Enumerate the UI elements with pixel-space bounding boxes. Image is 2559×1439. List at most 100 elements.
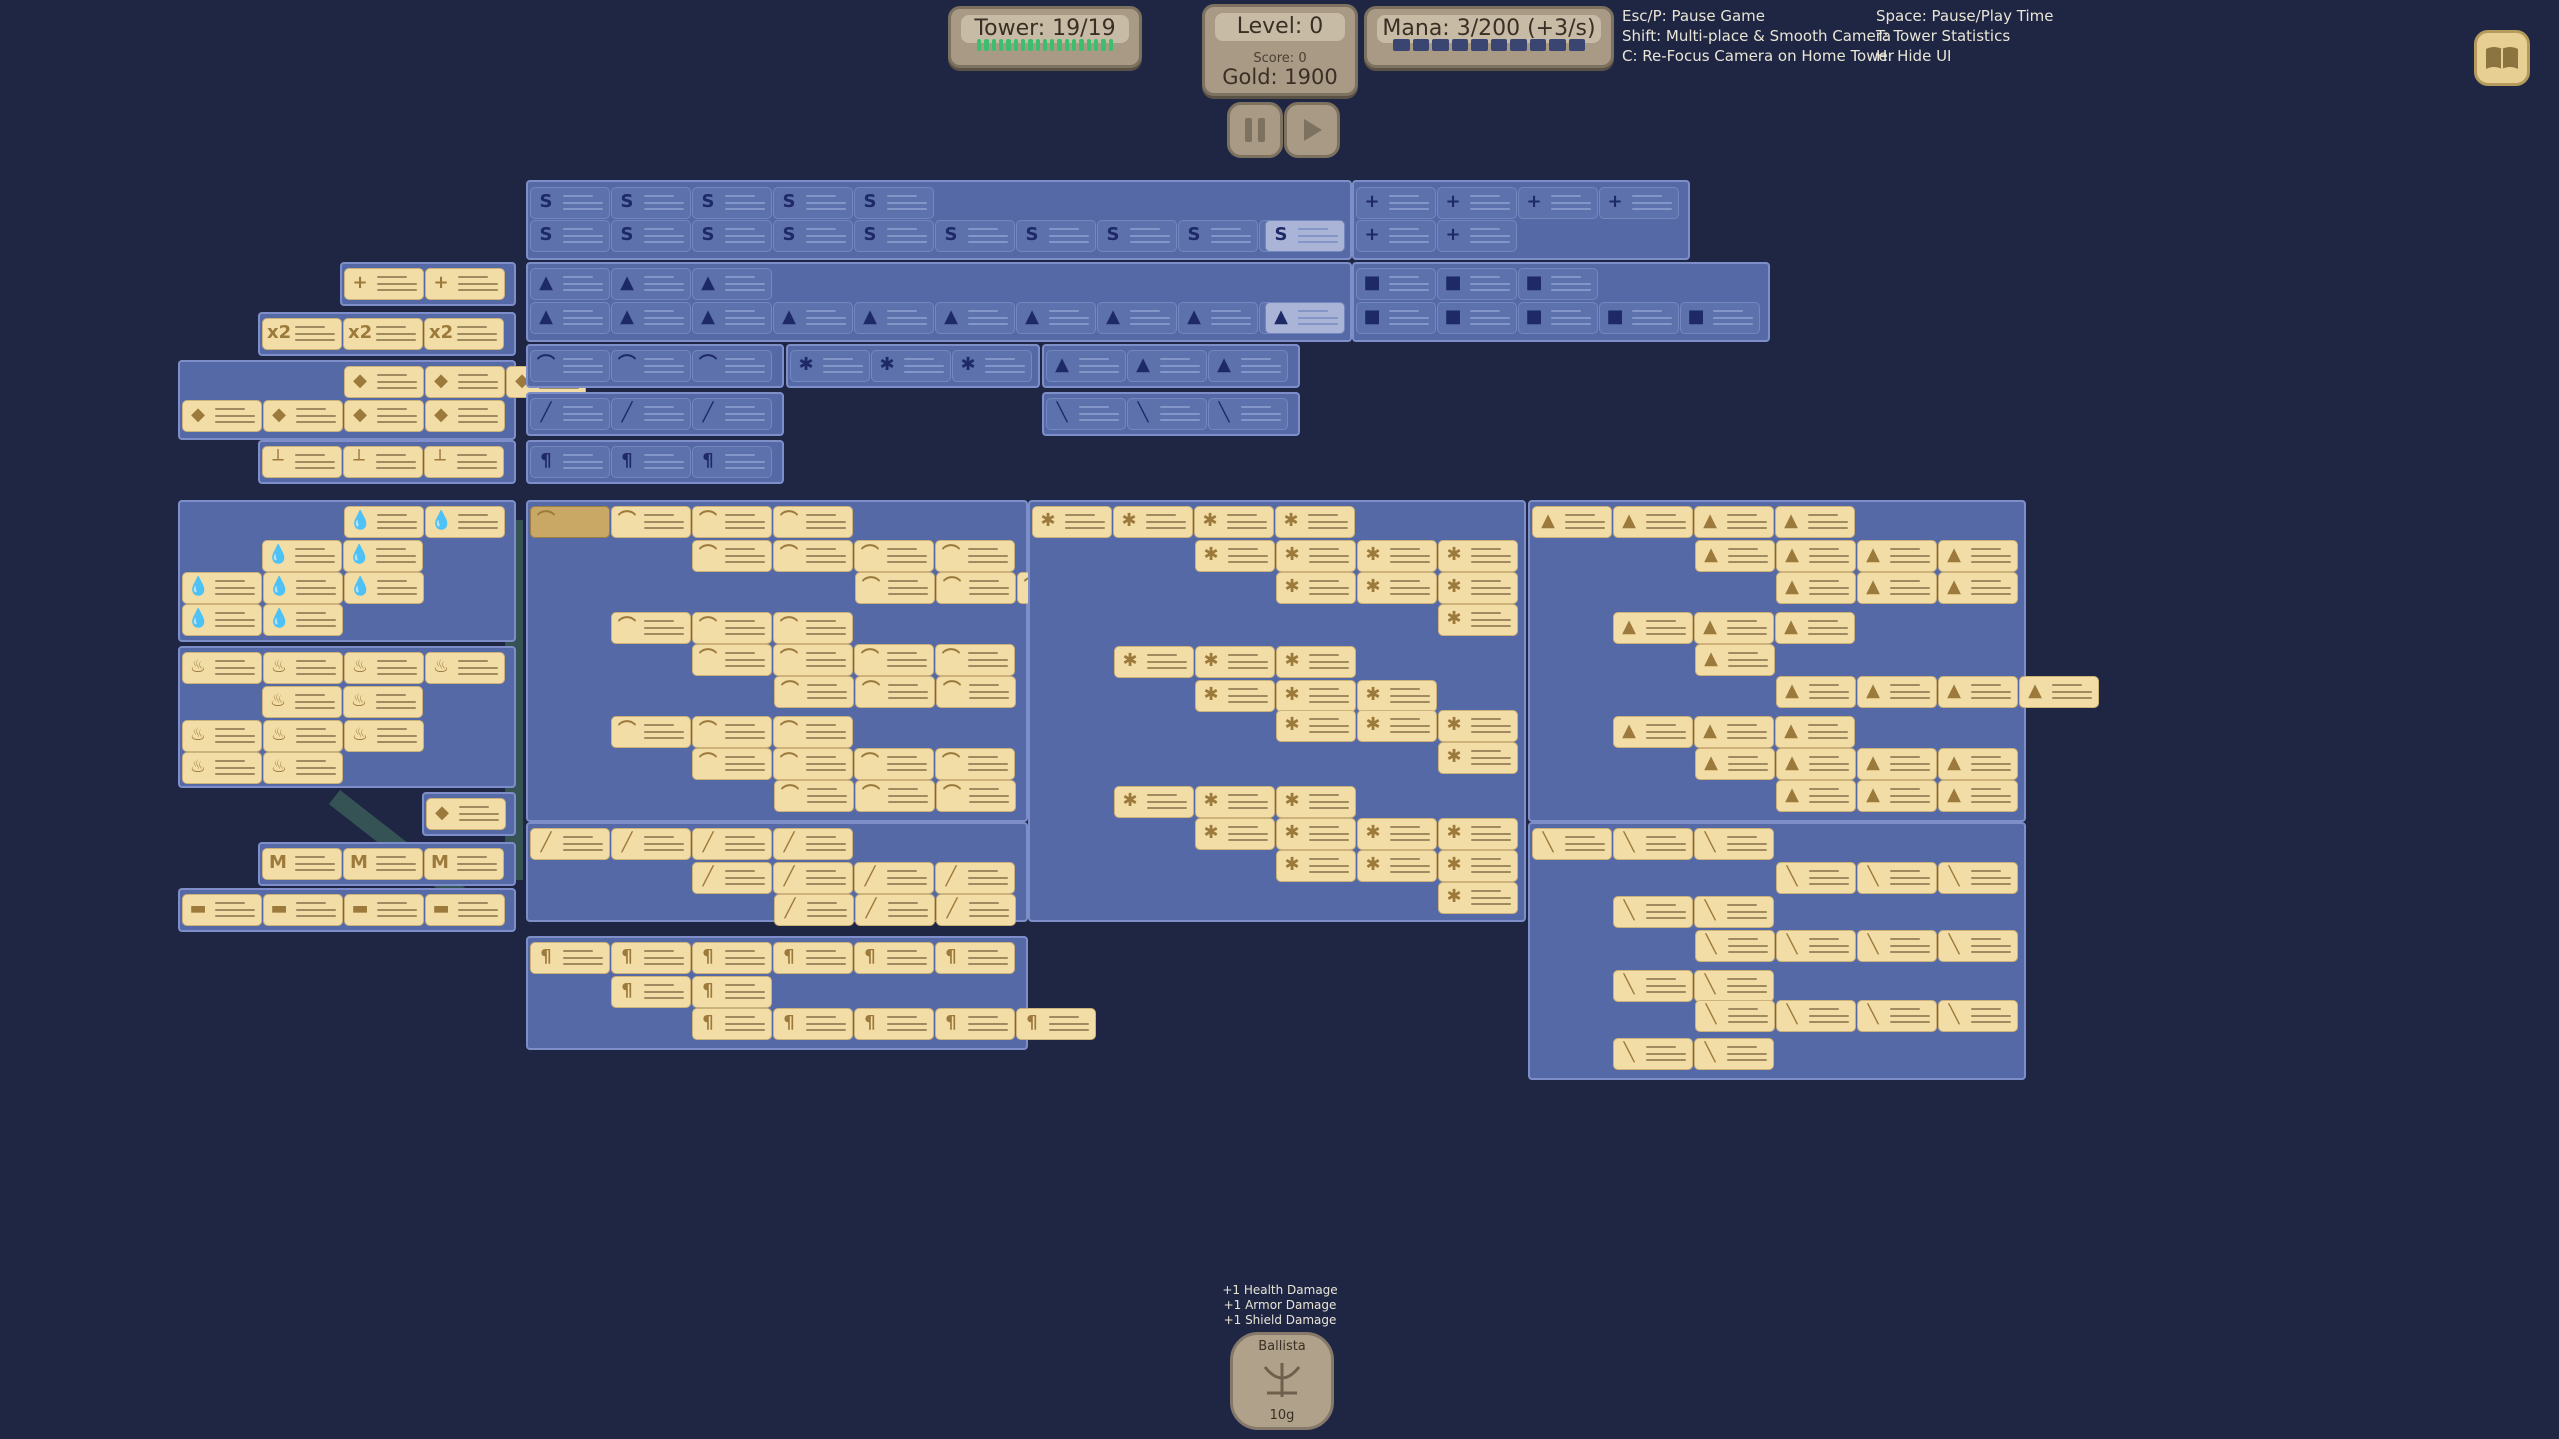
upgrade-card[interactable]: ╲	[1857, 1000, 1937, 1032]
upgrade-card[interactable]: ⌒	[774, 676, 854, 708]
upgrade-card[interactable]: +	[1356, 220, 1436, 252]
upgrade-card[interactable]: ✱	[1276, 850, 1356, 882]
upgrade-card[interactable]: ⌒	[935, 644, 1015, 676]
upgrade-card[interactable]: ✱	[1438, 742, 1518, 774]
upgrade-card[interactable]: ▲	[1857, 676, 1937, 708]
upgrade-card[interactable]: 💧	[425, 506, 505, 538]
upgrade-card[interactable]: ⌒	[773, 612, 853, 644]
upgrade-card[interactable]: ✱	[1438, 604, 1518, 636]
upgrade-card[interactable]: ⌒	[936, 780, 1016, 812]
upgrade-card[interactable]: ╲	[1046, 398, 1126, 430]
upgrade-card[interactable]: ▲	[1695, 748, 1775, 780]
upgrade-card[interactable]: ▬	[344, 894, 424, 926]
upgrade-card[interactable]: ╱	[774, 894, 854, 926]
upgrade-card[interactable]: ✱	[871, 350, 951, 382]
upgrade-card[interactable]: ✱	[1276, 646, 1356, 678]
upgrade-card[interactable]: ⌒	[611, 350, 691, 382]
upgrade-card[interactable]: S	[1097, 220, 1177, 252]
upgrade-card[interactable]: ✱	[790, 350, 870, 382]
upgrade-card[interactable]: ♨	[425, 652, 505, 684]
upgrade-card[interactable]: ✱	[1438, 818, 1518, 850]
upgrade-card[interactable]: ╲	[1857, 930, 1937, 962]
upgrade-card[interactable]: +	[425, 268, 505, 300]
upgrade-card[interactable]: ✱	[1276, 786, 1356, 818]
upgrade-card[interactable]: ✱	[1276, 680, 1356, 712]
upgrade-card[interactable]: ¶	[773, 1008, 853, 1040]
upgrade-card[interactable]: ¶	[854, 942, 934, 974]
upgrade-card[interactable]: ⌒	[855, 572, 935, 604]
upgrade-card[interactable]: ╱	[692, 862, 772, 894]
upgrade-card[interactable]: ◆	[344, 400, 424, 432]
upgrade-card[interactable]: 💧	[182, 604, 262, 636]
upgrade-card[interactable]: ▲	[1208, 350, 1288, 382]
upgrade-card[interactable]: ♨	[343, 686, 423, 718]
upgrade-card[interactable]: ⌒	[692, 506, 772, 538]
upgrade-card[interactable]: ✱	[1195, 786, 1275, 818]
upgrade-card[interactable]: S	[1265, 220, 1345, 252]
upgrade-card[interactable]: ╱	[935, 862, 1015, 894]
upgrade-card[interactable]: ⌒	[611, 506, 691, 538]
upgrade-card[interactable]: ▲	[1857, 540, 1937, 572]
upgrade-card[interactable]: ⌒	[530, 350, 610, 382]
upgrade-card[interactable]: ♨	[182, 652, 262, 684]
upgrade-card[interactable]: ⌒	[774, 780, 854, 812]
upgrade-card[interactable]: ▲	[773, 302, 853, 334]
upgrade-card[interactable]: ▲	[1776, 540, 1856, 572]
upgrade-card[interactable]: S	[854, 187, 934, 219]
upgrade-card[interactable]: ▲	[1694, 612, 1774, 644]
upgrade-card[interactable]: ╲	[1776, 862, 1856, 894]
upgrade-card[interactable]: ✱	[1114, 786, 1194, 818]
upgrade-card[interactable]: ⌒	[611, 716, 691, 748]
upgrade-card[interactable]: ⌒	[854, 540, 934, 572]
upgrade-card[interactable]: ¶	[530, 942, 610, 974]
upgrade-card[interactable]: ▲	[611, 268, 691, 300]
upgrade-card[interactable]: ╱	[692, 828, 772, 860]
upgrade-card[interactable]: ✱	[1357, 710, 1437, 742]
upgrade-card[interactable]: ▲	[1178, 302, 1258, 334]
upgrade-card[interactable]: ¶	[611, 942, 691, 974]
upgrade-card[interactable]: ¶	[773, 942, 853, 974]
ballista-tower-button[interactable]: Ballista 10g	[1230, 1332, 1334, 1430]
upgrade-card[interactable]: ✱	[1357, 818, 1437, 850]
upgrade-card[interactable]: ╲	[1208, 398, 1288, 430]
upgrade-card[interactable]: ╱	[692, 398, 772, 430]
upgrade-card[interactable]: ╲	[1613, 896, 1693, 928]
upgrade-card[interactable]: ✱	[1438, 572, 1518, 604]
upgrade-card[interactable]: ♨	[182, 752, 262, 784]
upgrade-card[interactable]: S	[854, 220, 934, 252]
upgrade-card[interactable]: x2	[262, 318, 342, 350]
upgrade-card[interactable]: ⌒	[854, 748, 934, 780]
upgrade-card[interactable]: ╲	[1857, 862, 1937, 894]
upgrade-card[interactable]: ⌒	[855, 676, 935, 708]
upgrade-card[interactable]: ♨	[344, 652, 424, 684]
upgrade-card[interactable]: ┴	[262, 446, 342, 478]
upgrade-card[interactable]: ╱	[611, 398, 691, 430]
upgrade-card[interactable]: ✱	[1276, 540, 1356, 572]
upgrade-card[interactable]: ♨	[263, 652, 343, 684]
upgrade-card[interactable]: +	[1437, 220, 1517, 252]
upgrade-card[interactable]: ⌒	[692, 612, 772, 644]
upgrade-card[interactable]: ╲	[1694, 1038, 1774, 1070]
upgrade-card[interactable]: ▲	[1776, 676, 1856, 708]
upgrade-card[interactable]: ╲	[1532, 828, 1612, 860]
upgrade-card[interactable]: ⌒	[936, 572, 1016, 604]
upgrade-card[interactable]: ╱	[773, 828, 853, 860]
upgrade-card[interactable]: ✱	[1275, 506, 1355, 538]
upgrade-card[interactable]: ⌒	[935, 748, 1015, 780]
upgrade-card[interactable]: ▲	[1016, 302, 1096, 334]
upgrade-card[interactable]: ■	[1437, 302, 1517, 334]
upgrade-card[interactable]: ◆	[263, 400, 343, 432]
upgrade-card[interactable]: ✱	[1195, 540, 1275, 572]
upgrade-card[interactable]: +	[1518, 187, 1598, 219]
play-button[interactable]	[1284, 102, 1340, 158]
upgrade-card[interactable]: ♨	[263, 752, 343, 784]
upgrade-card[interactable]: ✱	[1195, 680, 1275, 712]
upgrade-card[interactable]: 💧	[262, 540, 342, 572]
upgrade-card[interactable]: 💧	[343, 540, 423, 572]
upgrade-card[interactable]: S	[611, 187, 691, 219]
upgrade-card[interactable]: ✱	[1276, 818, 1356, 850]
upgrade-card[interactable]: ⌒	[692, 748, 772, 780]
upgrade-card[interactable]: S	[935, 220, 1015, 252]
upgrade-card[interactable]: S	[692, 220, 772, 252]
upgrade-card[interactable]: ▲	[1613, 716, 1693, 748]
